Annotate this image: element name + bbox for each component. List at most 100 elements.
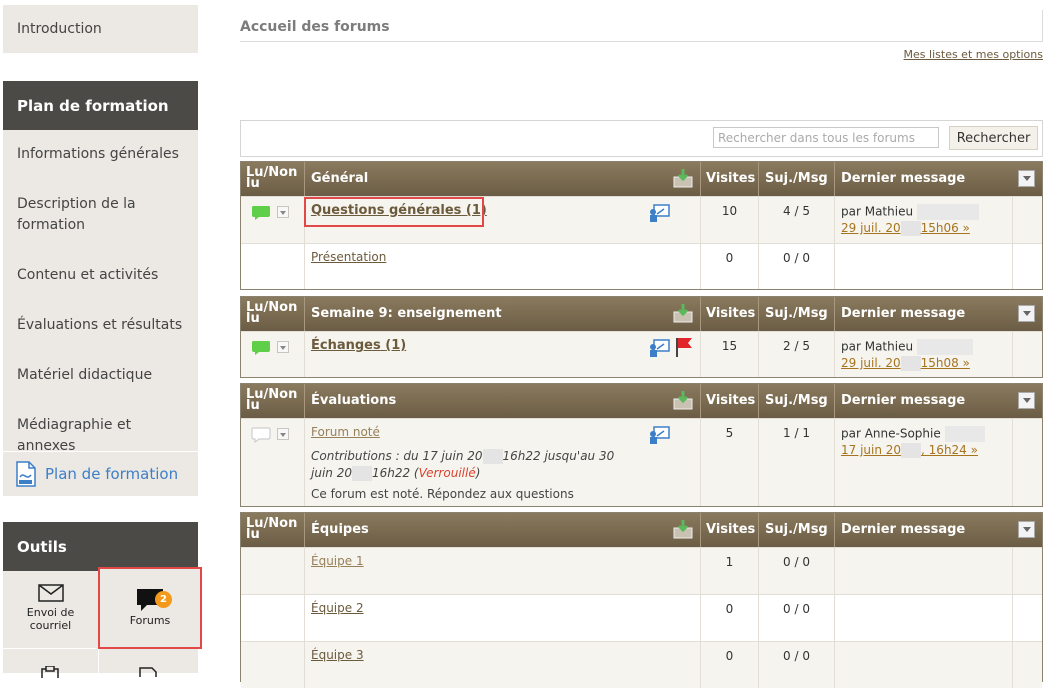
subscribe-download-icon[interactable] — [673, 168, 693, 192]
forum-link-equipe-2[interactable]: Équipe 2 — [311, 601, 364, 615]
tools-grid: Envoi de courriel 2 Forums — [3, 567, 202, 682]
forum-row: Échanges (1) 15 2 / 5 par Mathieu 29 jui… — [241, 331, 1042, 377]
envelope-icon — [3, 584, 98, 606]
sidebar-item-introduction[interactable]: Introduction — [3, 5, 198, 53]
col-last-message: Dernier message — [841, 306, 966, 321]
forum-section-evaluations: Lu/Non lu Évaluations Visites Suj./Msg D… — [240, 383, 1043, 507]
forum-section-equipes: Lu/Non lu Équipes Visites Suj./Msg Derni… — [240, 512, 1043, 688]
forum-suj-msg: 1 / 1 — [759, 419, 835, 506]
forum-visits: 1 — [701, 548, 759, 594]
subscribe-download-icon[interactable] — [673, 519, 693, 543]
forum-row: Questions générales (1) 10 4 / 5 par Mat… — [241, 196, 1042, 243]
tool-forums-label: Forums — [129, 614, 171, 627]
forum-visits: 0 — [701, 595, 759, 641]
tool-mail-label: Envoi de courriel — [26, 606, 75, 632]
last-message-link[interactable]: 29 juil. 20 15h08 » — [841, 356, 970, 371]
read-toggle-dropdown[interactable] — [277, 428, 289, 440]
sidebar-item-contenu[interactable]: Contenu et activités — [3, 265, 198, 286]
last-message-link[interactable]: 17 juin 20, 16h24 » — [841, 443, 978, 458]
sidebar-item-materiel[interactable]: Matériel didactique — [3, 365, 198, 386]
highlight-box — [304, 197, 484, 227]
forum-link-questions[interactable]: Questions générales (1) — [304, 197, 487, 227]
forum-link-equipe-3[interactable]: Équipe 3 — [311, 648, 364, 662]
subscribe-download-icon[interactable] — [673, 303, 693, 327]
col-suj-msg: Suj./Msg — [759, 513, 835, 547]
read-toggle-dropdown[interactable] — [277, 206, 289, 218]
forum-link-equipe-1[interactable]: Équipe 1 — [311, 554, 364, 568]
search-button[interactable]: Rechercher — [949, 126, 1038, 150]
section-menu-dropdown[interactable] — [1018, 170, 1035, 187]
chat-bubble-icon — [100, 588, 200, 614]
col-visits: Visites — [701, 297, 759, 331]
section-menu-dropdown[interactable] — [1018, 305, 1035, 322]
read-toggle-dropdown[interactable] — [277, 341, 289, 353]
search-bar: Rechercher — [240, 120, 1043, 157]
options-link[interactable]: Mes listes et mes options — [904, 48, 1043, 61]
forum-unread-count: (1) — [385, 338, 407, 353]
tool-mail-button[interactable]: Envoi de courriel — [3, 571, 98, 647]
tool-forums-button[interactable]: 2 Forums — [98, 567, 202, 649]
forum-row: Équipe 3 0 0 / 0 — [241, 641, 1042, 688]
pdf-icon — [16, 461, 36, 491]
last-message-author: par Anne-Sophie — [841, 426, 985, 442]
forum-visits: 15 — [701, 332, 759, 377]
forum-link-echanges[interactable]: Échanges (1) — [311, 338, 406, 353]
forum-section-header: Lu/Non lu Équipes Visites Suj./Msg Derni… — [241, 513, 1042, 547]
forum-suj-msg: 0 / 0 — [759, 548, 835, 594]
sidebar-section-plan-header: Plan de formation — [3, 81, 198, 130]
page-title: Accueil des forums — [240, 10, 1043, 42]
forum-row: Présentation 0 0 / 0 — [241, 243, 1042, 289]
subscribe-download-icon[interactable] — [673, 390, 693, 414]
last-message-link[interactable]: 29 juil. 20 15h06 » — [841, 221, 970, 236]
col-last-message: Dernier message — [841, 171, 966, 186]
forum-section-semaine-9: Lu/Non lu Semaine 9: enseignement Visite… — [240, 296, 1043, 378]
col-lu-nonlu: Lu/Non lu — [241, 297, 305, 331]
unread-bubble-icon[interactable] — [251, 340, 271, 360]
red-flag-icon — [675, 337, 693, 361]
forum-suj-msg: 0 / 0 — [759, 244, 835, 289]
col-visits: Visites — [701, 384, 759, 418]
search-input[interactable] — [713, 127, 939, 148]
col-suj-msg: Suj./Msg — [759, 297, 835, 331]
col-last-message: Dernier message — [841, 393, 966, 408]
section-menu-dropdown[interactable] — [1018, 521, 1035, 538]
forum-visits: 5 — [701, 419, 759, 506]
sidebar-section-tools-header: Outils — [3, 522, 198, 571]
col-last-message: Dernier message — [841, 522, 966, 537]
col-lu-nonlu: Lu/Non lu — [241, 513, 305, 547]
forum-link-presentation[interactable]: Présentation — [311, 250, 386, 264]
forum-contribution-period: Contributions : du 17 juin 20 16h22 jusqu… — [311, 449, 615, 481]
forum-visits: 0 — [701, 244, 759, 289]
forum-visits: 10 — [701, 197, 759, 243]
col-visits: Visites — [701, 162, 759, 196]
forum-row: Forum noté Contributions : du 17 juin 20… — [241, 418, 1042, 506]
section-title: Évaluations — [305, 384, 701, 418]
forums-badge: 2 — [155, 591, 172, 608]
sidebar-item-evaluations[interactable]: Évaluations et résultats — [3, 315, 198, 336]
pdf-link-label: Plan de formation — [45, 465, 179, 483]
section-title: Semaine 9: enseignement — [305, 297, 701, 331]
moderator-icon — [648, 204, 670, 226]
section-title: Équipes — [305, 513, 701, 547]
forum-row: Équipe 1 1 0 / 0 — [241, 547, 1042, 594]
section-menu-dropdown[interactable] — [1018, 392, 1035, 409]
read-bubble-icon[interactable] — [251, 427, 271, 447]
forum-suj-msg: 2 / 5 — [759, 332, 835, 377]
forum-suj-msg: 4 / 5 — [759, 197, 835, 243]
forum-section-header: Lu/Non lu Semaine 9: enseignement Visite… — [241, 297, 1042, 331]
forum-row: Équipe 2 0 0 / 0 — [241, 594, 1042, 641]
col-lu-nonlu: Lu/Non lu — [241, 384, 305, 418]
sidebar-plan-list: Informations générales Description de la… — [3, 130, 198, 496]
unread-bubble-icon[interactable] — [251, 205, 271, 225]
sidebar-item-informations[interactable]: Informations générales — [3, 144, 198, 165]
sidebar-pdf-link[interactable]: Plan de formation — [3, 451, 198, 496]
col-lu-nonlu: Lu/Non lu — [241, 162, 305, 196]
forum-suj-msg: 0 / 0 — [759, 642, 835, 688]
forum-suj-msg: 0 / 0 — [759, 595, 835, 641]
sidebar-item-description[interactable]: Description de la formation — [3, 194, 198, 236]
col-suj-msg: Suj./Msg — [759, 162, 835, 196]
col-visits: Visites — [701, 513, 759, 547]
forum-link-forum-note[interactable]: Forum noté — [311, 425, 380, 439]
forum-section-header: Lu/Non lu Général Visites Suj./Msg Derni… — [241, 162, 1042, 196]
locked-status: Verrouillé — [418, 466, 476, 480]
